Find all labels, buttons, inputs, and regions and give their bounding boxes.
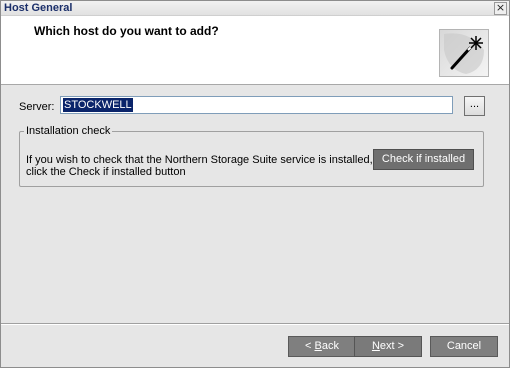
installation-check-description: If you wish to check that the Northern S… xyxy=(26,154,373,178)
next-button[interactable]: Next > xyxy=(354,336,422,357)
close-icon: × xyxy=(495,1,506,14)
check-if-installed-button[interactable]: Check if installed xyxy=(373,149,474,170)
next-button-mnemonic: N xyxy=(371,340,380,352)
cancel-button[interactable]: Cancel xyxy=(430,336,498,357)
installation-check-legend: Installation check xyxy=(26,125,111,137)
wizard-question: Which host do you want to add? xyxy=(34,24,219,38)
back-button-mnemonic: B xyxy=(314,340,322,352)
server-input[interactable]: STOCKWELL xyxy=(60,96,453,114)
wizard-header: Which host do you want to add? xyxy=(1,16,509,85)
footer-divider xyxy=(1,323,509,325)
back-button[interactable]: < Back xyxy=(288,336,356,357)
host-general-dialog: Host General × Which host do you want to… xyxy=(0,0,510,368)
close-button[interactable]: × xyxy=(494,2,507,15)
server-input-value: STOCKWELL xyxy=(63,98,133,112)
server-label: Server: xyxy=(19,101,55,113)
back-button-prefix: < xyxy=(305,340,315,352)
window-title: Host General xyxy=(4,2,73,14)
magic-wand-icon xyxy=(439,29,489,77)
browse-button[interactable]: ... xyxy=(464,96,485,116)
next-button-rest: ext > xyxy=(379,340,405,352)
back-button-rest: ack xyxy=(321,340,339,352)
title-bar: Host General × xyxy=(1,1,509,16)
